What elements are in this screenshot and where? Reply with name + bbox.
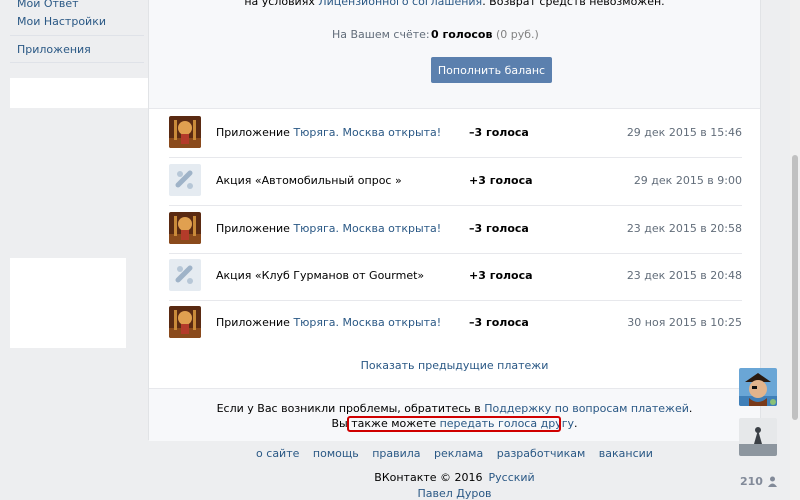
payment-row: Акция «Автомобильный опрос » +3 голоса 29 … [169,158,742,206]
footer-link-help[interactable]: помощь [313,447,359,460]
sidebar-blank-block [10,258,126,348]
promo-tag-icon [169,164,201,196]
payment-date: 29 дек 2015 в 9:00 [633,174,742,187]
payment-date: 23 дек 2015 в 20:48 [626,269,742,282]
support-text: Если у Вас возникли проблемы, обратитесь… [149,402,760,415]
terms-suffix: . Возврат средств невозможен. [482,0,665,8]
payment-amount: –3 голоса [469,126,529,139]
payment-description-text: Приложение [216,316,294,329]
payment-app-link[interactable]: Тюряга. Москва открыта! [293,222,441,235]
copyright-line: ВКонтакте © 2016 Русский [148,471,761,484]
payment-amount: +3 голоса [469,174,533,187]
payment-row: Акция «Клуб Гурманов от Gourmet» +3 голос… [169,253,742,301]
chat-friend-avatar[interactable] [739,368,777,406]
payment-description: Приложение Тюряга. Москва открыта! [216,316,441,329]
payment-date: 23 дек 2015 в 20:58 [626,222,742,235]
footer-link-jobs[interactable]: вакансии [599,447,653,460]
sidebar-blank-block [10,78,158,108]
footer-link-ads[interactable]: реклама [434,447,483,460]
balance-label: На Вашем счёте: [332,28,430,41]
sidebar-divider [10,35,144,36]
payment-support-link[interactable]: Поддержку по вопросам платежей [484,402,689,415]
payment-amount: –3 голоса [469,222,529,235]
sidebar-item-settings[interactable]: Мои Настройки [17,15,106,28]
license-agreement-link[interactable]: Лицензионного соглашения [318,0,482,8]
payment-description: Приложение Тюряга. Москва открыта! [216,126,441,139]
payment-description: Акция «Автомобильный опрос » [216,174,402,187]
balance-rub: (0 руб.) [495,28,539,41]
balance-value: 0 голосов (0 руб.) [431,28,539,41]
footer-link-about[interactable]: о сайте [256,447,299,460]
landscape-avatar-icon [739,418,777,456]
payment-description-text: Приложение [216,222,294,235]
payment-date: 29 дек 2015 в 15:46 [626,126,742,139]
payment-description: Приложение Тюряга. Москва открыта! [216,222,441,235]
person-icon [767,476,778,490]
online-friends-count[interactable]: 210 [740,475,778,490]
left-sidebar: Мой Ответ Мои Настройки Приложения [0,0,158,500]
online-count-value: 210 [740,475,763,488]
support-prefix: Если у Вас возникли проблемы, обратитесь… [216,402,485,415]
payment-amount: –3 голоса [469,316,529,329]
app-thumbnail-icon[interactable] [169,212,201,244]
promo-tag-icon [169,259,201,291]
payments-card: на условиях Лицензионного соглашения. Во… [148,0,761,441]
author-link[interactable]: Павел Дуров [148,487,761,500]
copyright-text: ВКонтакте © 2016 [374,471,483,484]
terms-prefix: на условиях [244,0,319,8]
balance-votes: 0 голосов [431,28,493,41]
payment-date: 30 ноя 2015 в 10:25 [627,316,742,329]
payment-description-text: Акция «Клуб Гурманов от Gourmet» [216,269,425,282]
support-end: . [688,402,693,415]
app-thumbnail-icon[interactable] [169,116,201,148]
pirate-avatar-icon [739,368,777,406]
payment-amount: +3 голоса [469,269,533,282]
payment-description: Акция «Клуб Гурманов от Gourmet» [216,269,424,282]
footer-link-developers[interactable]: разработчикам [497,447,586,460]
sidebar-item-apps[interactable]: Приложения [17,43,91,56]
terms-text: на условиях Лицензионного соглашения. Во… [149,0,760,8]
balance-section: на условиях Лицензионного соглашения. Во… [149,0,760,109]
payment-app-link[interactable]: Тюряга. Москва открыта! [293,126,441,139]
payment-app-link[interactable]: Тюряга. Москва открыта! [293,316,441,329]
payment-row: Приложение Тюряга. Москва открыта! –3 гол… [169,300,742,347]
payment-description-text: Приложение [216,126,294,139]
top-up-balance-button[interactable]: Пополнить баланс [431,57,552,83]
highlight-annotation [347,416,561,432]
chat-friend-avatar[interactable] [739,418,777,456]
payment-description-text: Акция «Автомобильный опрос » [216,174,402,187]
help-section: Если у Вас возникли проблемы, обратитесь… [149,388,760,441]
transfer-end: . [573,417,578,430]
page-footer: о сайте помощь правила реклама разработч… [148,447,761,500]
footer-links: о сайте помощь правила реклама разработч… [148,447,761,460]
app-thumbnail-icon[interactable] [169,306,201,338]
sidebar-divider [10,62,144,63]
sidebar-item-answers[interactable]: Мой Ответ [17,0,79,10]
show-previous-payments-link[interactable]: Показать предыдущие платежи [149,359,760,372]
payment-row: Приложение Тюряга. Москва открыта! –3 гол… [169,206,742,254]
page-scrollbar-thumb[interactable] [792,155,798,420]
language-link[interactable]: Русский [489,471,535,484]
footer-link-rules[interactable]: правила [372,447,420,460]
payment-row: Приложение Тюряга. Москва открыта! –3 гол… [169,110,742,158]
